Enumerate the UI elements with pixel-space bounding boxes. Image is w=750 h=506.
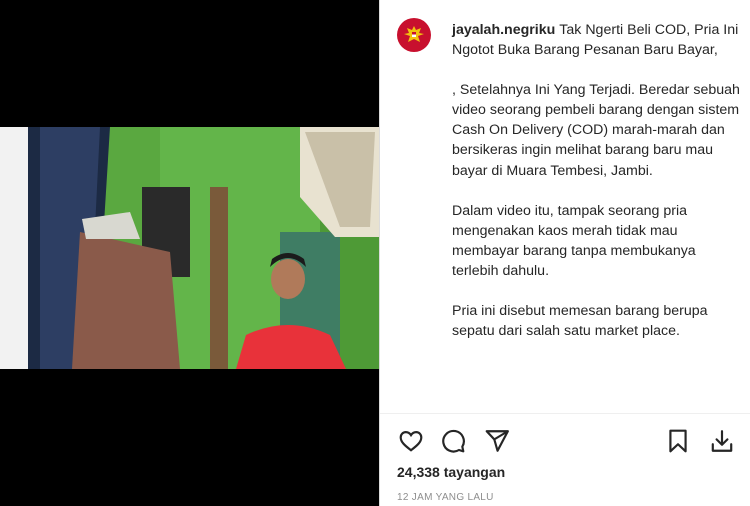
- username[interactable]: jayalah.negriku: [452, 22, 555, 38]
- video-player[interactable]: [0, 0, 379, 506]
- caption-paragraph: , Setelahnya Ini Yang Terjadi. Beredar s…: [452, 82, 740, 179]
- heart-icon: [399, 431, 423, 452]
- bookmark-icon: [669, 429, 687, 453]
- comment-icon: [442, 429, 465, 453]
- garuda-emblem-icon: [404, 26, 424, 42]
- video-frame: [0, 127, 379, 369]
- section-divider: [380, 413, 750, 414]
- caption-paragraph: Dalam video itu, tampak seorang pria men…: [452, 202, 696, 279]
- post-caption: jayalah.negriku Tak Ngerti Beli COD, Pria…: [452, 20, 742, 341]
- avatar[interactable]: [397, 18, 431, 52]
- save-button[interactable]: [664, 427, 692, 455]
- like-button[interactable]: [397, 427, 425, 455]
- view-count[interactable]: 24,338 tayangan: [397, 464, 505, 480]
- download-button[interactable]: [708, 427, 736, 455]
- post-timestamp[interactable]: 12 JAM YANG LALU: [397, 492, 494, 503]
- download-icon: [711, 430, 733, 452]
- caption-paragraph: Pria ini disebut memesan barang berupa s…: [452, 303, 708, 340]
- paper-plane-icon: [485, 430, 509, 452]
- post-details-panel: jayalah.negriku Tak Ngerti Beli COD, Pria…: [380, 0, 750, 506]
- video-still: [0, 127, 379, 369]
- comment-button[interactable]: [439, 427, 467, 455]
- share-button[interactable]: [483, 427, 511, 455]
